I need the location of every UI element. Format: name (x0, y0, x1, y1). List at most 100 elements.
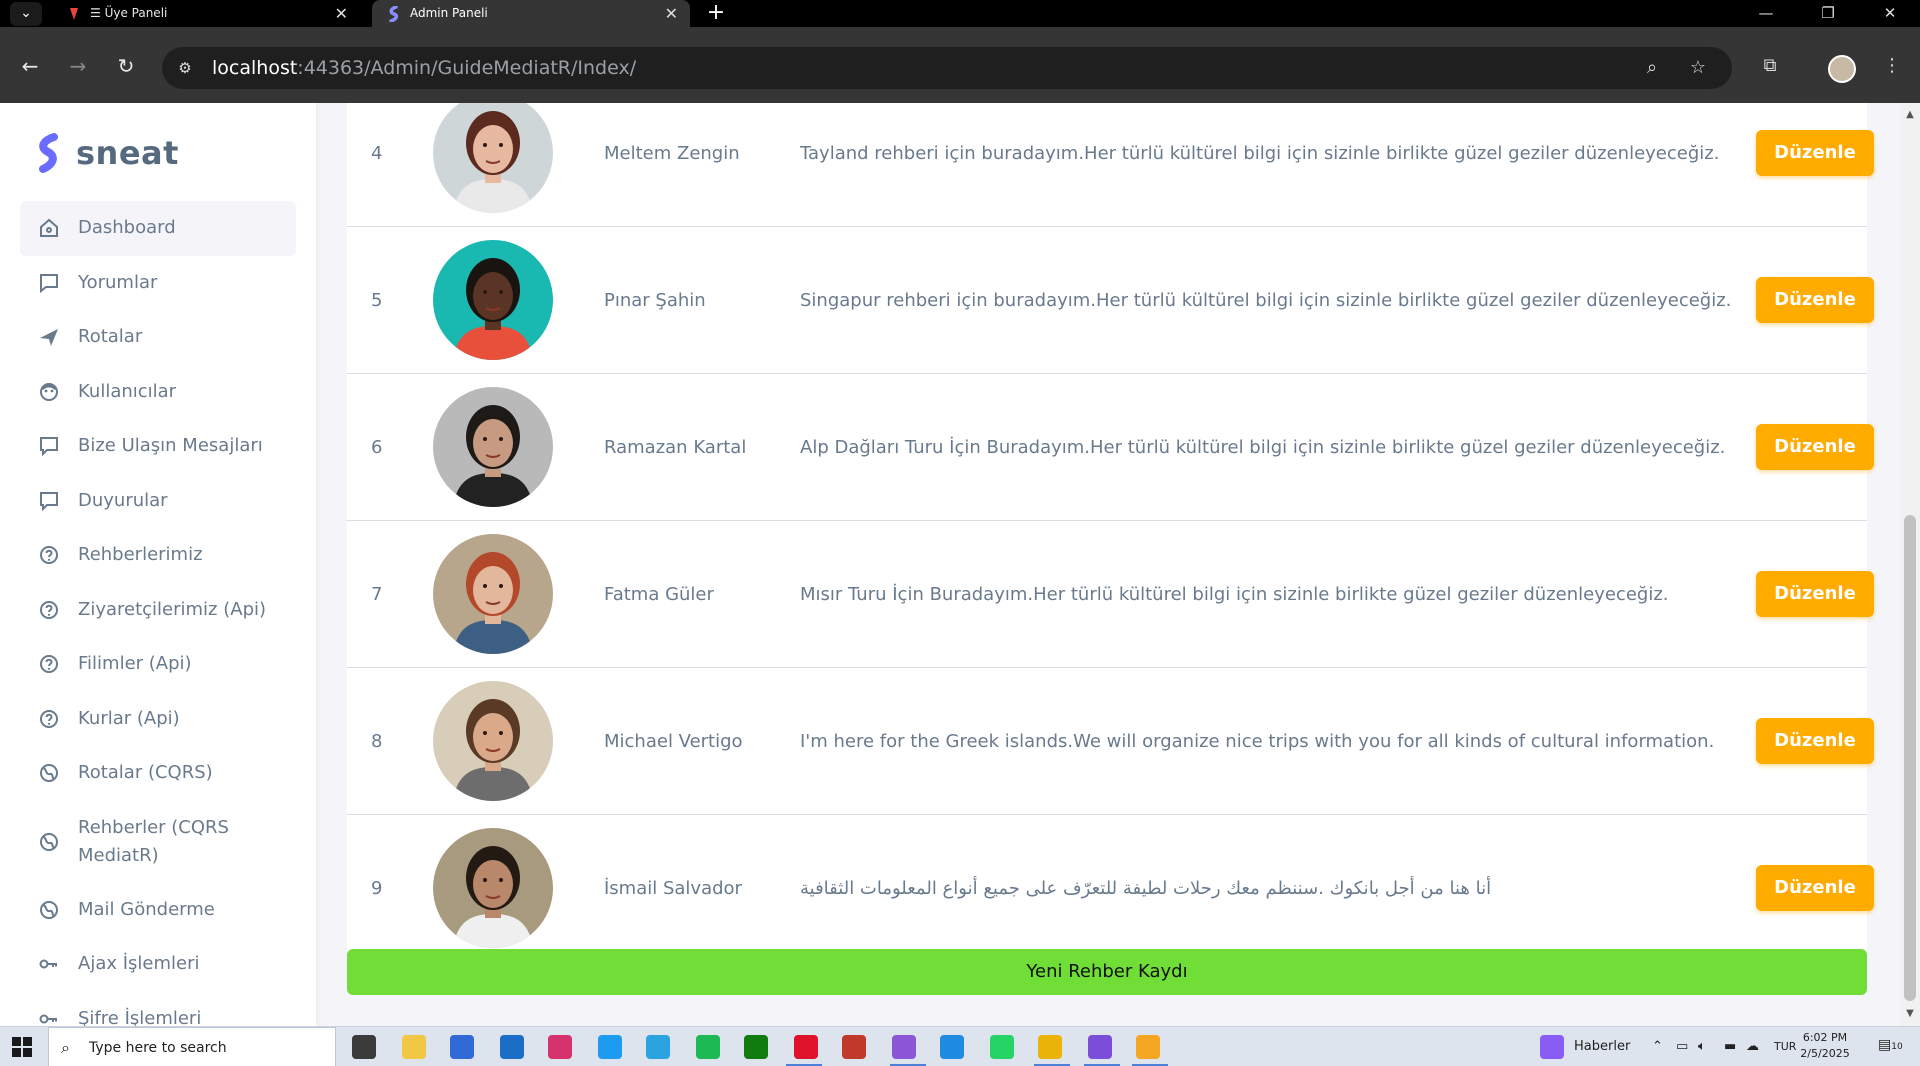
guide-id: 8 (371, 731, 383, 752)
close-tab-icon[interactable]: ✕ (335, 0, 348, 27)
instagram-icon[interactable] (548, 1035, 572, 1059)
ccleaner-icon[interactable] (842, 1035, 866, 1059)
url-text[interactable]: localhost:44363/Admin/GuideMediatR/Index… (212, 47, 636, 89)
edit-button[interactable]: Düzenle (1756, 277, 1874, 323)
news-label[interactable]: Haberler (1574, 1027, 1630, 1066)
scroll-down-arrow-icon[interactable]: ▼ (1904, 1008, 1916, 1020)
sidebar-item-bize-ulaşın-mesajları[interactable]: Bize Ulaşın Mesajları (20, 419, 296, 474)
clock[interactable]: 6:02 PM 2/5/2025 (1792, 1030, 1858, 1062)
sidebar-item-label: Bize Ulaşın Mesajları (78, 435, 263, 456)
sidebar-item-kurlar-api[interactable]: Kurlar (Api) (20, 692, 296, 747)
help-circle-icon (40, 709, 58, 728)
vscode-icon[interactable] (940, 1035, 964, 1059)
guide-id: 4 (371, 143, 383, 164)
address-bar[interactable]: ⚙ localhost:44363/Admin/GuideMediatR/Ind… (162, 47, 1732, 89)
reload-icon[interactable]: ↻ (112, 53, 140, 81)
tab-uye-paneli[interactable]: ☰ Üye Paneli ✕ (52, 0, 360, 27)
minimize-icon[interactable]: — (1736, 0, 1796, 27)
user-face-icon (40, 382, 58, 401)
file-explorer-icon[interactable] (402, 1035, 426, 1059)
sidebar-item-kullanıcılar[interactable]: Kullanıcılar (20, 365, 296, 420)
close-window-icon[interactable]: ✕ (1860, 0, 1920, 27)
site-settings-icon[interactable]: ⚙ (174, 57, 196, 79)
visual-studio-2-icon[interactable] (1088, 1035, 1112, 1059)
spotify-icon[interactable] (696, 1035, 720, 1059)
sidebar-item-ziyaretçilerimiz-api[interactable]: Ziyaretçilerimiz (Api) (20, 583, 296, 638)
forward-arrow-icon[interactable]: → (64, 53, 92, 81)
onedrive-icon[interactable]: ☁ (1746, 1027, 1759, 1066)
sidebar-item-rotalar-cqrs[interactable]: Rotalar (CQRS) (20, 746, 296, 801)
close-tab-icon[interactable]: ✕ (665, 0, 678, 27)
telegram-icon[interactable] (646, 1035, 670, 1059)
news-widget-icon[interactable] (1540, 1035, 1564, 1059)
task-view-icon[interactable] (352, 1035, 376, 1059)
help-circle-icon (40, 600, 58, 619)
battery-icon[interactable]: ▬ (1724, 1027, 1736, 1066)
twitter-icon[interactable] (598, 1035, 622, 1059)
whatsapp-icon[interactable] (990, 1035, 1014, 1059)
sidebar-item-duyurular[interactable]: Duyurular (20, 474, 296, 529)
sidebar-item-filimler-api[interactable]: Filimler (Api) (20, 637, 296, 692)
microsoft-store-icon[interactable] (450, 1035, 474, 1059)
guide-description: Mısır Turu İçin Buradayım.Her türlü kült… (800, 584, 1669, 605)
sidebar-item-şifre-i-şlemleri[interactable]: Şifre İşlemleri (20, 992, 296, 1026)
visual-studio-icon[interactable] (892, 1035, 916, 1059)
guide-name: Michael Vertigo (604, 731, 743, 752)
browser-menu-icon[interactable]: ⋮ (1878, 53, 1906, 81)
notification-center-icon[interactable]: ▤10 (1878, 1037, 1903, 1057)
clock-time: 6:02 PM (1802, 1031, 1848, 1044)
windows-start-icon[interactable] (12, 1037, 32, 1057)
profile-avatar[interactable] (1828, 55, 1856, 83)
edit-button[interactable]: Düzenle (1756, 865, 1874, 911)
guide-name: Pınar Şahin (604, 290, 706, 311)
paint-app-icon[interactable] (1136, 1035, 1160, 1059)
scroll-up-arrow-icon[interactable]: ▲ (1904, 109, 1916, 121)
new-tab-plus-icon[interactable]: + (700, 0, 732, 27)
edit-button[interactable]: Düzenle (1756, 718, 1874, 764)
sneat-logo-icon (39, 133, 58, 173)
volume-icon[interactable]: 🔈︎ (1698, 1027, 1706, 1066)
sidebar-item-rotalar[interactable]: Rotalar (20, 310, 296, 365)
bookmark-star-icon[interactable]: ☆ (1686, 57, 1710, 81)
guide-id: 9 (371, 878, 383, 899)
page-scrollbar[interactable]: ▲ ▼ (1900, 103, 1920, 1026)
guide-description: Singapur rehberi için buradayım.Her türl… (800, 290, 1732, 311)
tray-chevron-icon[interactable]: ⌃ (1652, 1027, 1663, 1066)
extensions-puzzle-icon[interactable]: ⧉ (1756, 53, 1784, 81)
sidebar-item-label: Rehberlerimiz (78, 544, 203, 565)
message-square-icon (40, 491, 58, 511)
sidebar-item-yorumlar[interactable]: Yorumlar (20, 256, 296, 311)
sidebar-item-ajax-i-şlemleri[interactable]: Ajax İşlemleri (20, 937, 296, 992)
new-guide-button[interactable]: Yeni Rehber Kaydı (347, 949, 1867, 995)
opera-icon[interactable] (794, 1035, 818, 1059)
sidebar-item-label: Ziyaretçilerimiz (Api) (78, 598, 267, 620)
sidebar-item-dashboard[interactable]: Dashboard (20, 201, 296, 256)
sidebar-item-label: Rehberler (CQRS MediatR) (78, 816, 229, 866)
edit-button[interactable]: Düzenle (1756, 424, 1874, 470)
chrome-icon[interactable] (1038, 1035, 1062, 1059)
edit-button[interactable]: Düzenle (1756, 130, 1874, 176)
edit-button[interactable]: Düzenle (1756, 571, 1874, 617)
globe-icon (40, 900, 58, 919)
network-icon[interactable]: ▭ (1676, 1027, 1688, 1066)
zoom-icon[interactable]: ⌕ (1640, 57, 1664, 81)
outlook-icon[interactable] (500, 1035, 524, 1059)
scrollbar-thumb[interactable] (1904, 515, 1916, 1001)
sidebar-item-rehberlerimiz[interactable]: Rehberlerimiz (20, 528, 296, 583)
sidebar-item-label: Rotalar (78, 326, 143, 347)
sidebar: sneat Dashboard Yorumlar Rotalar Kullanıcıl… (0, 103, 316, 1026)
home-icon (40, 218, 58, 237)
table-row: 6 Ramazan Kartal Alp Dağları Turu İçin Bur… (347, 374, 1874, 521)
tab-admin-paneli[interactable]: Admin Paneli ✕ (372, 0, 690, 27)
sneat-favicon-icon (389, 6, 399, 22)
guide-id: 7 (371, 584, 383, 605)
sidebar-item-mail-gönderme[interactable]: Mail Gönderme (20, 883, 296, 938)
restore-icon[interactable]: ❐ (1798, 0, 1858, 27)
guide-avatar (433, 387, 553, 507)
taskbar-search[interactable]: ⌕ Type here to search (48, 1027, 336, 1066)
back-arrow-icon[interactable]: ← (16, 53, 44, 81)
site-favicon-icon (70, 8, 78, 20)
tab-search-chevron-icon[interactable]: ⌄ (10, 2, 42, 26)
xbox-icon[interactable] (744, 1035, 768, 1059)
sidebar-item-rehberler-cqrs-mediatr[interactable]: Rehberler (CQRS MediatR) (20, 801, 296, 883)
